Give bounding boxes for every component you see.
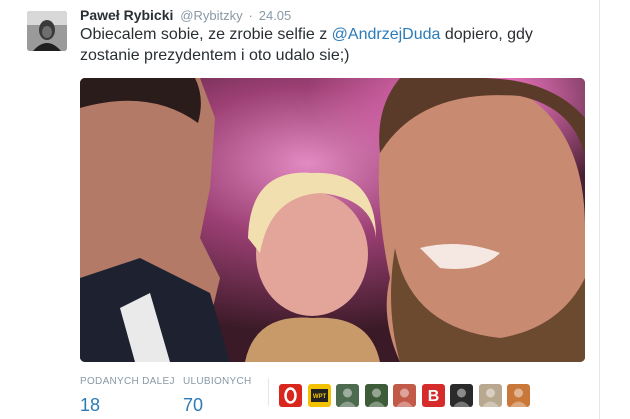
- header-separator: ·: [248, 8, 253, 23]
- liker-avatar-3[interactable]: [336, 384, 359, 407]
- retweets-stat[interactable]: PODANYCH DALEJ 18: [80, 376, 175, 416]
- selfie-photo: [80, 78, 585, 362]
- svg-text:WPT: WPT: [312, 394, 326, 400]
- liker-avatar-2[interactable]: WPT: [307, 384, 331, 407]
- stats-divider: [268, 378, 269, 406]
- author-avatar[interactable]: [27, 11, 67, 51]
- retweets-label: PODANYCH DALEJ: [80, 376, 175, 387]
- liker-avatar-7[interactable]: [450, 384, 473, 407]
- likes-stat[interactable]: ULUBIONYCH 70: [183, 376, 252, 416]
- tweet-text: Obiecalem sobie, ze zrobie selfie z @And…: [80, 24, 550, 66]
- retweets-count: 18: [80, 395, 101, 415]
- tweet-header: Paweł Rybicki @Rybitzky · 24.05: [80, 6, 291, 25]
- liker-avatar-5[interactable]: [393, 384, 416, 407]
- liker-avatar-6[interactable]: B: [421, 384, 445, 407]
- author-handle[interactable]: @Rybitzky: [180, 8, 242, 23]
- liker-avatar-9[interactable]: [507, 384, 530, 407]
- author-avatar-photo: [27, 11, 67, 51]
- liker-avatar-4[interactable]: [364, 384, 388, 407]
- tweet-photo[interactable]: [80, 78, 585, 362]
- tweet-text-part-1: Obiecalem sobie, ze zrobie selfie z: [80, 26, 332, 43]
- likes-label: ULUBIONYCH: [183, 376, 252, 387]
- liker-avatar-8[interactable]: [478, 384, 502, 407]
- mention-link[interactable]: @AndrzejDuda: [332, 26, 441, 43]
- svg-text:B: B: [427, 388, 439, 405]
- likes-count: 70: [183, 395, 204, 415]
- column-border: [599, 0, 600, 419]
- liker-avatar-1[interactable]: [279, 384, 302, 407]
- tweet-date[interactable]: 24.05: [259, 8, 292, 23]
- author-name[interactable]: Paweł Rybicki: [80, 7, 173, 23]
